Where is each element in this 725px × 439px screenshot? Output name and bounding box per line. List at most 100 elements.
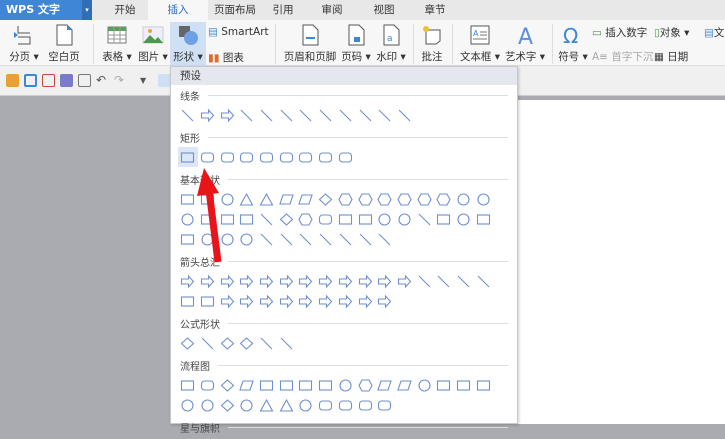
shape-diamond-icon[interactable] bbox=[316, 189, 336, 209]
shape-brace-pair-icon[interactable] bbox=[296, 229, 316, 249]
shape-merge-icon[interactable] bbox=[257, 395, 277, 415]
tab-review[interactable]: 审阅 bbox=[302, 0, 362, 20]
print-preview-icon[interactable] bbox=[78, 74, 91, 87]
shape-plus-icon[interactable] bbox=[178, 333, 198, 353]
shape-snip-round-icon[interactable] bbox=[276, 147, 296, 167]
shape-direct-icon[interactable] bbox=[355, 395, 375, 415]
shape-left-bracket-icon[interactable] bbox=[316, 229, 336, 249]
shape-rect-icon[interactable] bbox=[198, 189, 218, 209]
shape-half-frame-icon[interactable] bbox=[217, 209, 237, 229]
shape-folded-icon[interactable] bbox=[434, 209, 454, 229]
chart-button[interactable]: ▮▮ 图表 bbox=[208, 50, 244, 65]
shape-circle-icon[interactable] bbox=[217, 189, 237, 209]
shape-round2-icon[interactable] bbox=[316, 147, 336, 167]
shape-pie-icon[interactable] bbox=[454, 189, 474, 209]
shape-moon-icon[interactable] bbox=[217, 229, 237, 249]
shape-not-equal-icon[interactable] bbox=[276, 333, 296, 353]
date-button[interactable]: ▦ 日期 bbox=[654, 49, 688, 64]
undo-icon[interactable]: ↶ bbox=[96, 74, 109, 87]
shape-left-brace-icon[interactable] bbox=[355, 229, 375, 249]
app-dropdown-icon[interactable]: ▾ bbox=[82, 0, 92, 20]
comment-button[interactable]: 批注 bbox=[418, 24, 446, 64]
shape-donut-icon[interactable] bbox=[375, 209, 395, 229]
export-pdf-icon[interactable] bbox=[42, 74, 55, 87]
shape-left-right-arrow-icon[interactable] bbox=[257, 271, 277, 291]
shape-line-icon[interactable] bbox=[178, 105, 198, 125]
shape-chord-icon[interactable] bbox=[473, 189, 493, 209]
shape-divide-icon[interactable] bbox=[237, 333, 257, 353]
shape-offpage-icon[interactable] bbox=[434, 375, 454, 395]
shape-u-turn-icon[interactable] bbox=[355, 271, 375, 291]
symbol-button[interactable]: Ω 符号 ▾ bbox=[556, 24, 590, 64]
shape-right-brace-icon[interactable] bbox=[375, 229, 395, 249]
shape-manual-op-icon[interactable] bbox=[395, 375, 415, 395]
shape-lightning-icon[interactable] bbox=[178, 229, 198, 249]
smartart-button[interactable]: ▤ SmartArt bbox=[208, 26, 269, 38]
shape-s-curve-icon[interactable] bbox=[355, 105, 375, 125]
shape-can-icon[interactable] bbox=[316, 209, 336, 229]
shape-arc-icon[interactable] bbox=[257, 229, 277, 249]
shape-pentagon-icon[interactable] bbox=[336, 189, 356, 209]
open-icon[interactable] bbox=[6, 74, 19, 87]
tab-section[interactable]: 章节 bbox=[405, 0, 465, 20]
shape-down-arrow-icon[interactable] bbox=[237, 271, 257, 291]
shape-stored-icon[interactable] bbox=[296, 395, 316, 415]
tab-home[interactable]: 开始 bbox=[95, 0, 155, 20]
shape-manual-input-icon[interactable] bbox=[375, 375, 395, 395]
shape-elbow-icon[interactable] bbox=[237, 105, 257, 125]
shape-extract-icon[interactable] bbox=[276, 395, 296, 415]
object-button[interactable]: ▯对象 ▾ bbox=[654, 25, 689, 40]
shape-curve-icon[interactable] bbox=[296, 105, 316, 125]
shape-pentagon-arrow-icon[interactable] bbox=[217, 291, 237, 311]
shape-left-right-up-arrow-icon[interactable] bbox=[316, 271, 336, 291]
shape-striped-right-icon[interactable] bbox=[178, 291, 198, 311]
shape-right-bracket-icon[interactable] bbox=[336, 229, 356, 249]
shape-curved-up-icon[interactable] bbox=[454, 271, 474, 291]
shape-diagonal-icon[interactable] bbox=[257, 209, 277, 229]
shape-snip1-icon[interactable] bbox=[217, 147, 237, 167]
shape-no-symbol-icon[interactable] bbox=[395, 209, 415, 229]
shape-hexagon-icon[interactable] bbox=[355, 189, 375, 209]
shape-dodecagon-icon[interactable] bbox=[434, 189, 454, 209]
shape-curve-arrow-icon[interactable] bbox=[316, 105, 336, 125]
header-footer-button[interactable]: 页眉和页脚 bbox=[282, 24, 338, 64]
shape-left-callout-icon[interactable] bbox=[276, 291, 296, 311]
shape-bevel-icon[interactable] bbox=[355, 209, 375, 229]
shape-tape-icon[interactable] bbox=[473, 375, 493, 395]
shape-snip2-icon[interactable] bbox=[237, 147, 257, 167]
shape-smiley-icon[interactable] bbox=[454, 209, 474, 229]
shape-circular-arrow-icon[interactable] bbox=[375, 291, 395, 311]
drop-cap-button[interactable]: A≡ 首字下沉 bbox=[592, 49, 653, 64]
shape-down-callout-icon[interactable] bbox=[316, 291, 336, 311]
shape-elbow-double-arrow-icon[interactable] bbox=[276, 105, 296, 125]
shape-triangle-icon[interactable] bbox=[237, 189, 257, 209]
shape-l-shape-icon[interactable] bbox=[237, 209, 257, 229]
shape-rounded-icon[interactable] bbox=[198, 375, 218, 395]
shape-delay-icon[interactable] bbox=[316, 395, 336, 415]
shape-parallelogram-icon[interactable] bbox=[237, 375, 257, 395]
shape-sun-icon[interactable] bbox=[198, 229, 218, 249]
shape-equal-icon[interactable] bbox=[257, 333, 277, 353]
shape-freeform-icon[interactable] bbox=[375, 105, 395, 125]
table-button[interactable]: 表格 ▾ bbox=[100, 24, 134, 64]
shape-right-arrow-icon[interactable] bbox=[178, 271, 198, 291]
shape-or-icon[interactable] bbox=[198, 395, 218, 415]
shape-curve-double-arrow-icon[interactable] bbox=[336, 105, 356, 125]
shape-parallelogram-icon[interactable] bbox=[276, 189, 296, 209]
print-icon[interactable] bbox=[60, 74, 73, 87]
shape-card-icon[interactable] bbox=[454, 375, 474, 395]
text-partial-button[interactable]: ▤文 bbox=[704, 25, 724, 40]
shape-plus-icon[interactable] bbox=[276, 209, 296, 229]
shape-right-triangle-icon[interactable] bbox=[257, 189, 277, 209]
shape-collate-icon[interactable] bbox=[217, 395, 237, 415]
shape-trapezoid-icon[interactable] bbox=[296, 189, 316, 209]
shape-minus-icon[interactable] bbox=[198, 333, 218, 353]
shape-scribble-icon[interactable] bbox=[395, 105, 415, 125]
shape-curved-down-icon[interactable] bbox=[473, 271, 493, 291]
app-menu-button[interactable]: WPS 文字 bbox=[0, 0, 82, 20]
shape-rect-icon[interactable] bbox=[178, 147, 198, 167]
shape-cube-icon[interactable] bbox=[336, 209, 356, 229]
shape-document-icon[interactable] bbox=[296, 375, 316, 395]
shape-lr-callout-icon[interactable] bbox=[336, 291, 356, 311]
shape-round-diag-icon[interactable] bbox=[336, 147, 356, 167]
